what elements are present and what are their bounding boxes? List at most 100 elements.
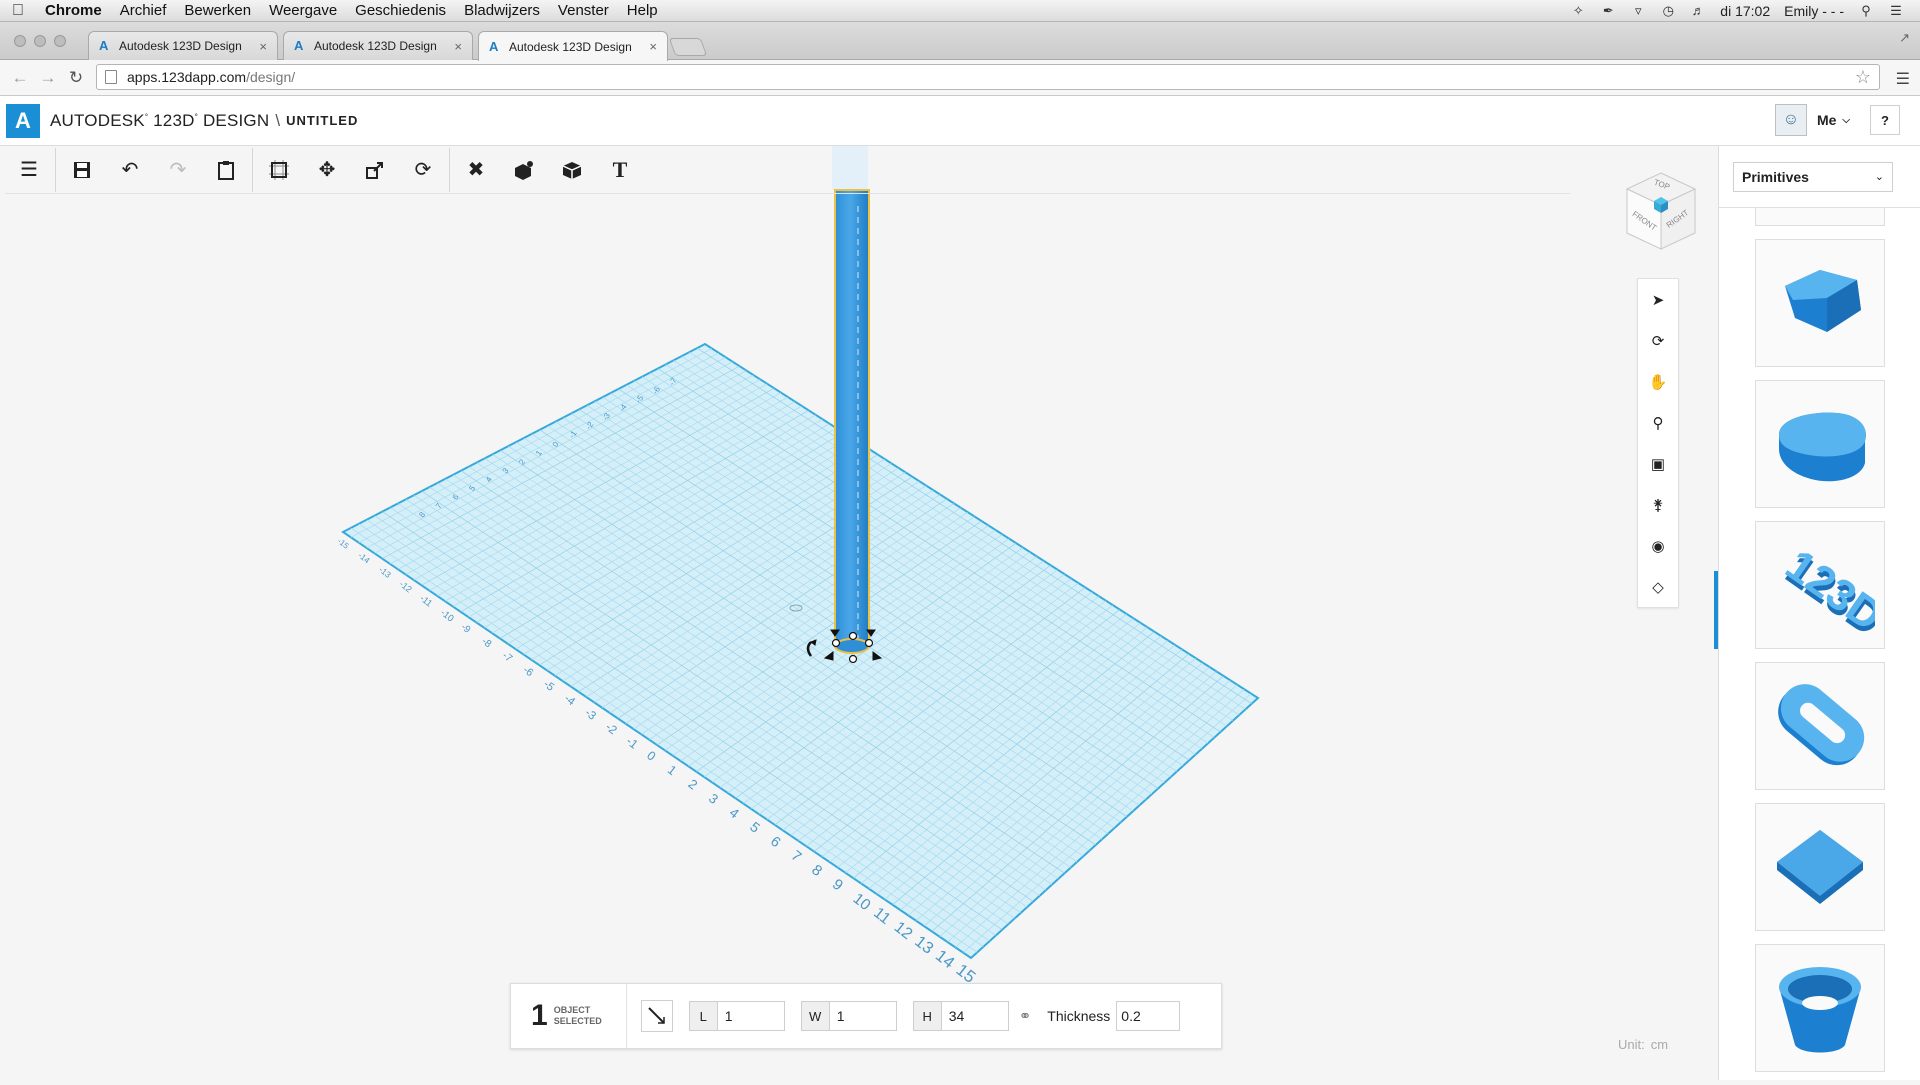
shape-card-box[interactable]	[1755, 803, 1885, 931]
user-menu[interactable]: Emily - - -	[1784, 3, 1844, 19]
length-value[interactable]: 1	[717, 1002, 784, 1030]
user-menu-button[interactable]: Me ⌵	[1817, 112, 1860, 128]
grid-plate[interactable]	[341, 342, 1260, 960]
hamburger-menu-icon[interactable]: ☰	[5, 146, 53, 194]
width-value[interactable]: 1	[829, 1002, 896, 1030]
height-field[interactable]: H 34	[912, 1001, 1009, 1031]
grid-axis-label: 2	[685, 776, 700, 792]
undo-icon[interactable]: ↶	[106, 146, 154, 194]
view-cube[interactable]: TOP FRONT RIGHT	[1623, 171, 1699, 253]
brand-name: 123D	[153, 110, 195, 130]
reload-icon[interactable]: ↻	[62, 68, 90, 88]
avatar[interactable]: ☺	[1774, 104, 1807, 136]
autodesk-favicon-icon: A	[99, 38, 109, 53]
browser-tab-3-active[interactable]: A Autodesk 123D Design ×	[478, 31, 668, 61]
time-machine-icon[interactable]: ◷	[1660, 3, 1676, 18]
tab-close-icon[interactable]: ×	[649, 39, 657, 54]
shape-card-bean[interactable]	[1755, 380, 1885, 508]
chrome-menu-icon[interactable]: ☰	[1896, 69, 1910, 89]
refresh-rotate-icon[interactable]: ⟳	[399, 146, 447, 194]
shape-card-partial[interactable]	[1755, 208, 1885, 226]
grid-axis-label: -8	[479, 636, 493, 650]
polygon-shape-icon	[1785, 270, 1861, 332]
forward-arrow-icon[interactable]: →	[34, 68, 62, 88]
tab-close-icon[interactable]: ×	[454, 39, 462, 54]
tab-close-icon[interactable]: ×	[259, 39, 267, 54]
bounding-box-icon[interactable]	[255, 146, 303, 194]
clock[interactable]: di 17:02	[1720, 3, 1770, 19]
menu-help[interactable]: Help	[618, 2, 667, 19]
new-tab-button[interactable]	[668, 38, 708, 56]
dropbox-icon[interactable]: ✧	[1570, 3, 1586, 18]
grid-axis-label: -4	[562, 693, 577, 709]
grid-axis-label: -7	[500, 650, 514, 664]
fullscreen-icon[interactable]: ↗	[1899, 30, 1910, 46]
browser-tab-1[interactable]: A Autodesk 123D Design ×	[88, 31, 278, 60]
selected-label-line1: OBJECT	[553, 1005, 591, 1015]
autodesk-logo-icon[interactable]: A	[6, 103, 40, 138]
volume-icon[interactable]: ♬	[1690, 3, 1706, 18]
zoom-icon[interactable]: ⚲	[1638, 402, 1678, 443]
snap-edge-button[interactable]	[640, 1000, 673, 1032]
apple-icon[interactable]: 	[0, 2, 36, 20]
width-field[interactable]: W 1	[800, 1001, 897, 1031]
menu-venster[interactable]: Venster	[549, 2, 618, 19]
select-arrow-icon[interactable]: ➤	[1638, 279, 1678, 320]
move-icon[interactable]: ✥	[303, 146, 351, 194]
redo-icon[interactable]: ↷	[154, 146, 202, 194]
shape-card-ring[interactable]	[1755, 662, 1885, 790]
primitives-dropdown[interactable]: Primitives ⌄	[1733, 161, 1893, 192]
save-icon[interactable]	[58, 146, 106, 194]
zoom-window-button[interactable]	[54, 35, 66, 47]
spotlight-search-icon[interactable]: ⚲	[1858, 3, 1874, 18]
modify-tools-icon[interactable]: ✖	[452, 146, 500, 194]
fit-view-icon[interactable]: ▣	[1638, 443, 1678, 484]
group-icon[interactable]	[548, 146, 596, 194]
length-field[interactable]: L 1	[688, 1001, 785, 1031]
design-workspace[interactable]: -15 -14 -13 -12 -11 -10 -9 -8 -7 -6 -5 -4 -3 -2 -1 0 1 2 3…	[5, 146, 1718, 1080]
notification-center-icon[interactable]: ☰	[1888, 3, 1904, 18]
minimize-window-button[interactable]	[34, 35, 46, 47]
grid-axis-label: 0	[644, 748, 658, 763]
menu-bewerken[interactable]: Bewerken	[175, 2, 260, 19]
help-button[interactable]: ?	[1870, 105, 1900, 135]
grid-axis-label: 14	[932, 946, 958, 972]
height-value[interactable]: 34	[941, 1002, 1008, 1030]
shape-card-123d-text[interactable]: 123D 123D	[1755, 521, 1885, 649]
shape-card-tube[interactable]	[1755, 944, 1885, 1072]
document-title[interactable]: UNTITLED	[286, 113, 358, 128]
clipboard-icon[interactable]	[202, 146, 250, 194]
bookmark-star-icon[interactable]: ☆	[1855, 67, 1871, 88]
grid-axis-label: 6	[767, 834, 783, 852]
zoom-selected-icon[interactable]: ⚵	[1638, 484, 1678, 525]
tube-shape-icon	[1779, 967, 1861, 1053]
wifi-icon[interactable]: ▿	[1630, 3, 1646, 18]
visibility-eye-icon[interactable]: ◉	[1638, 525, 1678, 566]
pan-hand-icon[interactable]: ✋	[1638, 361, 1678, 402]
menu-geschiedenis[interactable]: Geschiedenis	[346, 2, 455, 19]
link-proportions-icon[interactable]: ⚭	[1019, 1007, 1032, 1025]
menu-weergave[interactable]: Weergave	[260, 2, 346, 19]
brand-suffix: DESIGN	[202, 110, 270, 130]
browser-tab-2[interactable]: A Autodesk 123D Design ×	[283, 31, 473, 60]
orbit-icon[interactable]: ⟳	[1638, 320, 1678, 361]
browser-toolbar: ← → ↻ apps.123dapp.com/design/ ☆ ☰	[0, 60, 1920, 96]
back-arrow-icon[interactable]: ←	[6, 68, 34, 88]
selected-cylinder-object[interactable]	[832, 146, 870, 654]
combine-icon[interactable]	[500, 146, 548, 194]
url-text: apps.123dapp.com/design/	[127, 69, 295, 85]
material-icon[interactable]: ◇	[1638, 566, 1678, 607]
ring-shape-icon	[1778, 684, 1865, 766]
menu-chrome[interactable]: Chrome	[36, 2, 111, 19]
close-window-button[interactable]	[14, 35, 26, 47]
menu-archief[interactable]: Archief	[111, 2, 176, 19]
grid-axis-label: 7	[788, 848, 804, 866]
scale-icon[interactable]	[351, 146, 399, 194]
text-tool-icon[interactable]: T	[596, 146, 644, 194]
3d-viewport[interactable]: -15-14-13-12-11-10-9-8-7-6-5-4-3-2-10123…	[5, 146, 1718, 1080]
menu-bladwijzers[interactable]: Bladwijzers	[455, 2, 549, 19]
shape-card-polygon[interactable]	[1755, 239, 1885, 367]
thickness-input[interactable]: 0.2	[1116, 1001, 1181, 1031]
address-bar[interactable]: apps.123dapp.com/design/ ☆	[96, 64, 1880, 90]
pen-icon[interactable]: ✒	[1600, 3, 1616, 18]
